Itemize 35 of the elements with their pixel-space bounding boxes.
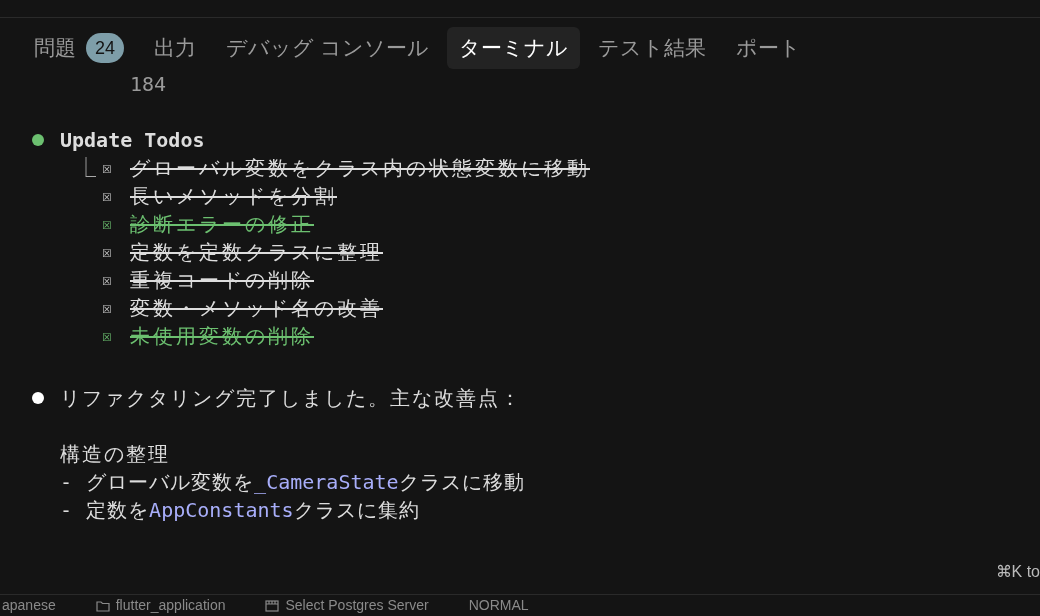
folder-icon <box>95 599 110 612</box>
server-icon <box>265 599 280 612</box>
todo-item: 未使用変数の削除 <box>130 323 314 350</box>
checkbox-glyph: ☒ <box>102 185 113 207</box>
checkbox-glyph: ☒ <box>102 213 113 235</box>
checkbox-glyph: ☒ <box>102 157 113 179</box>
todo-item: 診断エラーの修正 <box>130 211 314 238</box>
todo-item: 変数・メソッド名の改善 <box>130 295 383 322</box>
panel-tab[interactable]: ポート <box>723 27 813 69</box>
bullet-line: - グローバル変数を_CameraStateクラスに移動 <box>60 469 525 496</box>
status-item[interactable]: apanese <box>2 595 56 616</box>
status-item[interactable]: flutter_application <box>95 595 226 616</box>
count-badge: 24 <box>86 33 125 63</box>
status-item[interactable]: NORMAL <box>468 595 529 616</box>
section-heading: 構造の整理 <box>60 441 170 468</box>
todo-item: 定数を定数クラスに整理 <box>130 239 383 266</box>
panel-tab[interactable]: 出力 <box>142 27 209 69</box>
todo-item: 重複コードの削除 <box>130 267 314 294</box>
checkbox-glyph: ☒ <box>102 241 113 263</box>
line-number: 184 <box>130 72 167 96</box>
checkbox-glyph: ☒ <box>102 297 113 319</box>
bullet-line: - 定数をAppConstantsクラスに集約 <box>60 497 420 524</box>
panel-tab[interactable]: テスト結果 <box>585 27 718 69</box>
shortcut-hint: ⌘K to <box>995 562 1040 582</box>
todo-item: グローバル変数をクラス内の状態変数に移動 <box>130 155 590 182</box>
message-text: リファクタリング完了しました。主な改善点： <box>60 385 522 412</box>
todo-item: 長いメソッドを分割 <box>130 183 337 210</box>
panel-tab[interactable]: デバッグ コンソール <box>214 27 441 69</box>
todo-title: Update Todos <box>60 127 205 154</box>
checkbox-glyph: ☒ <box>102 325 113 347</box>
panel-tab[interactable]: ターミナル <box>446 27 580 69</box>
panel-tab[interactable]: 問題 24 <box>22 27 137 69</box>
status-item[interactable]: Select Postgres Server <box>265 595 429 616</box>
tree-branch: ⎿ <box>76 155 96 182</box>
checkbox-glyph: ☒ <box>102 269 113 291</box>
